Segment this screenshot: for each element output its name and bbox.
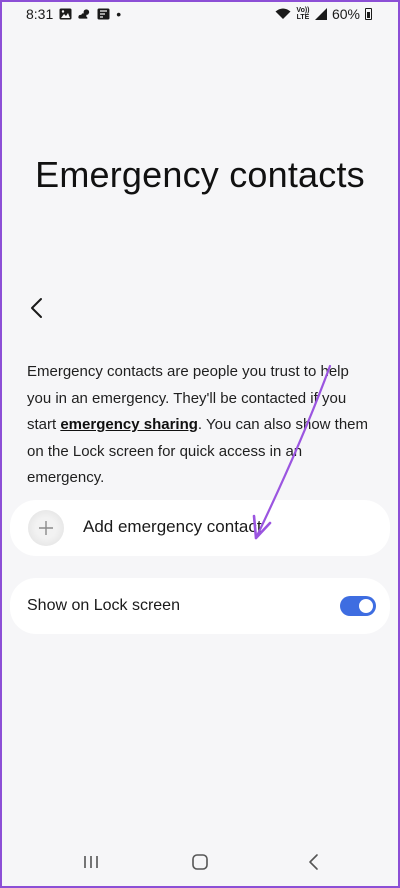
lte-label: LTE (296, 14, 310, 21)
battery-icon (365, 8, 372, 20)
status-right: Vo)) LTE 60% (275, 6, 372, 22)
add-contact-avatar (28, 510, 64, 546)
status-left: 8:31 • (26, 6, 121, 22)
page-title: Emergency contacts (35, 154, 365, 195)
screen: 8:31 • Vo)) LTE 60% Emergency contacts E… (2, 2, 398, 886)
battery-percent: 60% (331, 6, 360, 22)
recents-icon (84, 856, 98, 868)
weather-icon (78, 9, 90, 19)
app-notification-icon (97, 8, 110, 20)
home-button[interactable] (188, 850, 212, 874)
lock-screen-label: Show on Lock screen (27, 597, 180, 614)
status-dot: • (116, 6, 122, 22)
plus-icon (39, 521, 53, 535)
toggle-knob (359, 599, 373, 613)
recents-button[interactable] (79, 850, 103, 874)
back-button[interactable] (24, 296, 48, 320)
chevron-left-icon (31, 298, 42, 318)
status-time: 8:31 (26, 6, 54, 22)
gallery-icon (59, 8, 72, 20)
show-on-lock-screen-row[interactable]: Show on Lock screen (10, 578, 390, 634)
lock-screen-toggle[interactable] (340, 596, 376, 616)
back-icon (309, 854, 318, 870)
add-emergency-contact-button[interactable]: Add emergency contact (10, 500, 390, 556)
description: Emergency contacts are people you trust … (27, 359, 372, 492)
home-icon (192, 854, 208, 870)
nav-back-button[interactable] (301, 850, 325, 874)
add-contact-label: Add emergency contact (83, 517, 262, 536)
emergency-sharing-link[interactable]: emergency sharing (60, 416, 198, 433)
status-bar: 8:31 • Vo)) LTE 60% (2, 2, 398, 28)
navigation-bar (2, 842, 398, 882)
volte-label: Vo)) (296, 7, 310, 14)
wifi-icon (275, 8, 291, 19)
signal-icon (314, 8, 327, 20)
volte-indicator: Vo)) LTE (296, 7, 310, 21)
